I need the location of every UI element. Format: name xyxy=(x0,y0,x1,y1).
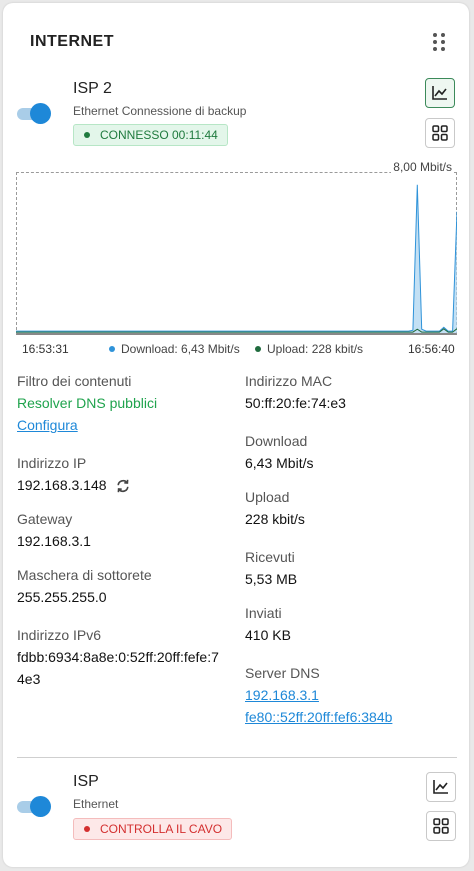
legend-download-text: Download: 6,43 Mbit/s xyxy=(121,342,240,356)
dns-server-link-2[interactable]: fe80::52ff:20ff:fef6:384b xyxy=(245,709,392,725)
section-divider xyxy=(17,757,457,758)
refresh-icon[interactable] xyxy=(115,478,131,494)
configure-link[interactable]: Configura xyxy=(17,417,78,433)
line-chart-icon xyxy=(433,780,448,794)
traffic-chart: 8,00 Mbit/s xyxy=(15,160,458,336)
ip-address-label: Indirizzo IP xyxy=(17,455,87,471)
drag-dots-icon[interactable] xyxy=(429,31,449,53)
subnet-mask-label: Maschera di sottorete xyxy=(17,567,152,583)
isp1-status-text: CONTROLLA IL CAVO xyxy=(100,822,223,836)
legend-upload-text: Upload: 228 kbit/s xyxy=(267,342,364,356)
isp1-enable-toggle[interactable] xyxy=(17,796,51,817)
isp2-enable-toggle[interactable] xyxy=(17,103,51,124)
received-value: 5,53 MB xyxy=(245,571,298,587)
upload-value: 228 kbit/s xyxy=(245,511,305,527)
sent-value: 410 KB xyxy=(245,627,291,643)
ip-address-value: 192.168.3.148 xyxy=(17,477,107,493)
content-filter-label: Filtro dei contenuti xyxy=(17,373,132,389)
ipv6-label: Indirizzo IPv6 xyxy=(17,627,102,643)
download-series-line xyxy=(16,184,457,332)
gateway-value: 192.168.3.1 xyxy=(17,533,91,549)
dns-server-label: Server DNS xyxy=(245,665,320,681)
sent-label: Inviati xyxy=(245,605,282,621)
download-label: Download xyxy=(245,433,308,449)
download-value: 6,43 Mbit/s xyxy=(245,455,314,471)
received-label: Ricevuti xyxy=(245,549,295,565)
grid-icon xyxy=(433,818,449,834)
isp1-name: ISP xyxy=(73,773,99,790)
ipv6-value-line1: fdbb:6934:8a8e:0:52ff:20ff:fefe:7 xyxy=(17,649,219,665)
legend-download: Download: 6,43 Mbit/s xyxy=(109,342,240,356)
upload-legend-dot xyxy=(255,346,261,352)
upload-label: Upload xyxy=(245,489,290,505)
legend-upload: Upload: 228 kbit/s xyxy=(255,342,363,356)
card-title: INTERNET xyxy=(30,33,114,50)
download-series-area xyxy=(16,184,457,333)
isp1-grid-button[interactable] xyxy=(426,811,456,841)
isp2-subtitle: Ethernet Connessione di backup xyxy=(73,104,247,118)
ipv6-value-line2: 4e3 xyxy=(17,671,41,687)
isp2-status-badge: CONNESSO 00:11:44 xyxy=(73,124,228,146)
chart-x-end-label: 16:56:40 xyxy=(408,342,455,356)
content-filter-value: Resolver DNS pubblici xyxy=(17,395,158,411)
traffic-chart-plot xyxy=(16,184,457,333)
isp1-subtitle: Ethernet xyxy=(73,797,119,811)
grid-icon xyxy=(432,125,448,141)
isp2-grid-button[interactable] xyxy=(425,118,455,148)
isp2-chart-button[interactable] xyxy=(425,78,455,108)
mac-address-label: Indirizzo MAC xyxy=(245,373,333,389)
chart-x-start-label: 16:53:31 xyxy=(22,342,69,356)
dns-server-link-1[interactable]: 192.168.3.1 xyxy=(245,687,319,703)
isp2-status-text: CONNESSO 00:11:44 xyxy=(100,128,218,142)
isp2-name: ISP 2 xyxy=(73,80,112,97)
gateway-label: Gateway xyxy=(17,511,73,527)
chart-ymax-label: 8,00 Mbit/s xyxy=(391,160,454,174)
download-legend-dot xyxy=(109,346,115,352)
status-dot-icon xyxy=(84,826,90,832)
isp1-status-badge: CONTROLLA IL CAVO xyxy=(73,818,233,840)
isp1-chart-button[interactable] xyxy=(426,772,456,802)
line-chart-icon xyxy=(432,86,447,100)
status-dot-icon xyxy=(84,132,90,138)
subnet-mask-value: 255.255.255.0 xyxy=(17,589,107,605)
mac-address-value: 50:ff:20:fe:74:e3 xyxy=(245,395,346,411)
